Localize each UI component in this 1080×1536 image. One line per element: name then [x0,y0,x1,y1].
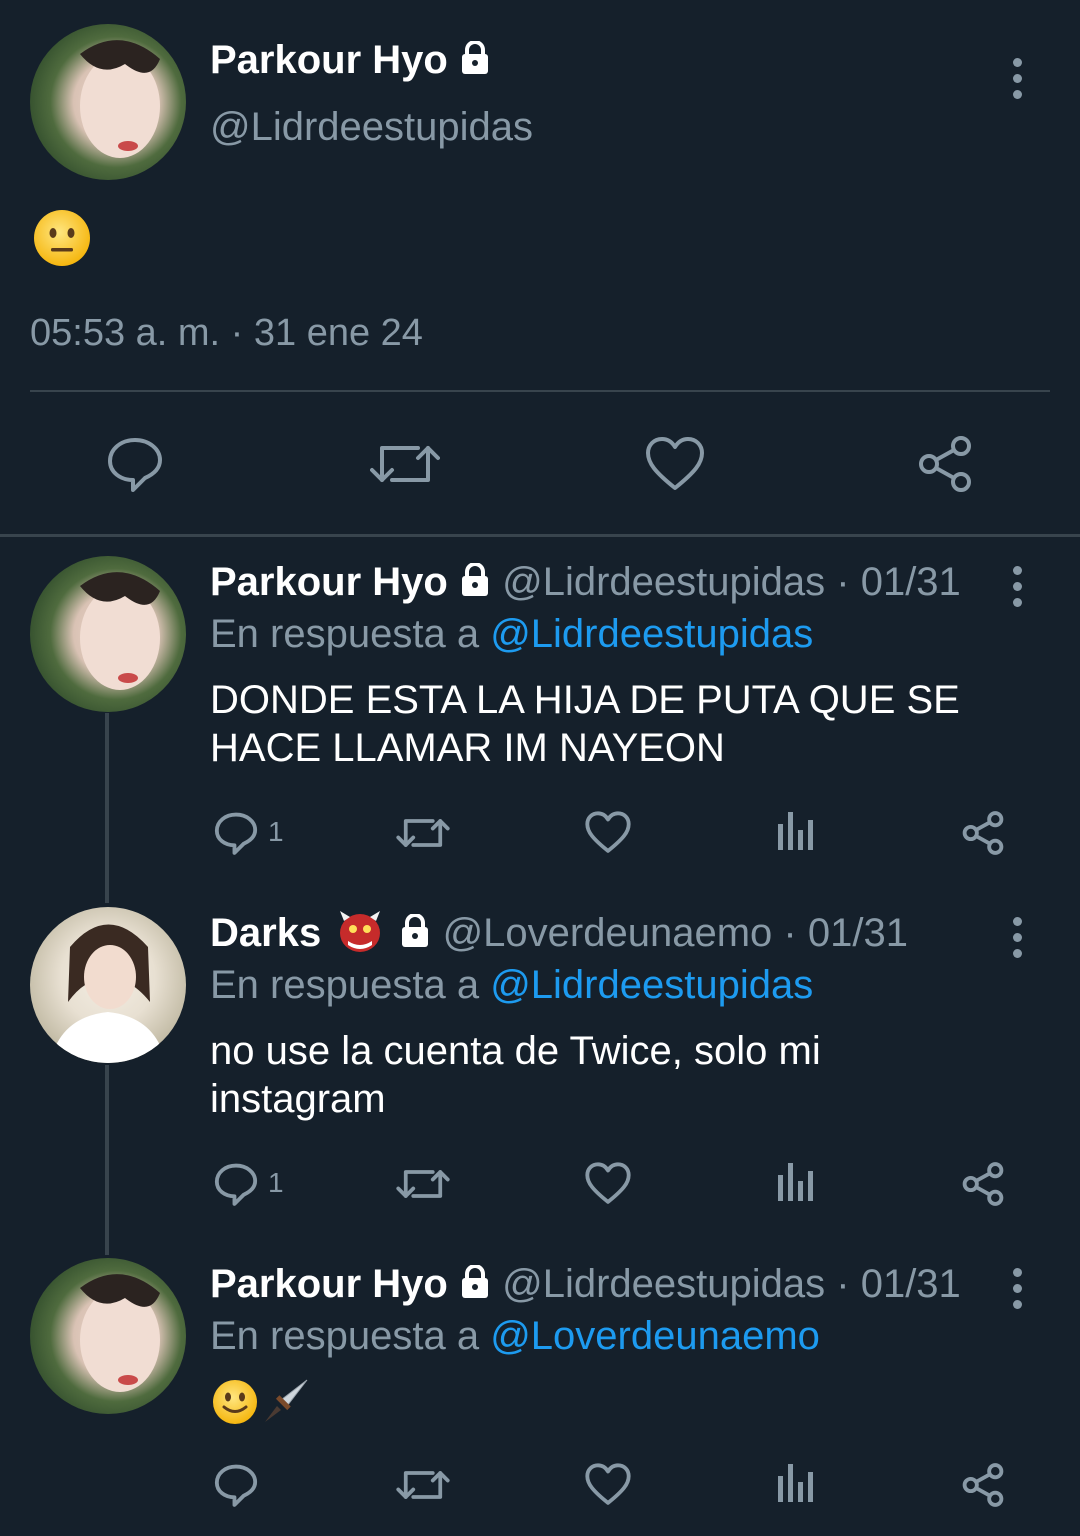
reply-prefix: En respuesta a [210,1314,480,1358]
display-name[interactable]: Parkour Hyo [210,560,448,604]
avatar[interactable] [30,907,186,1063]
reply-count: 1 [268,1167,284,1198]
slightly-smiling-face-emoji [213,1380,257,1424]
more-options-icon[interactable] [1007,1268,1027,1316]
display-name[interactable]: Parkour Hyo [210,38,491,83]
reply-header: Parkour Hyo @Lidrdeestupidas · 01/31 [210,1262,961,1307]
retweet-icon[interactable] [396,1163,450,1205]
thread-line [105,1065,109,1255]
tweet-text-line: HACE LLAMAR IM NAYEON [210,726,725,770]
like-icon[interactable] [585,1162,631,1205]
date: · 01/31 [836,1262,961,1306]
share-icon[interactable] [960,810,1006,856]
reply-context: En respuesta a @Lidrdeestupidas [210,612,813,657]
share-icon[interactable] [960,1161,1006,1207]
reply-header: Parkour Hyo @Lidrdeestupidas · 01/31 [210,560,961,605]
reply-header: Darks @Loverdeunaemo · 01/31 [210,911,908,956]
section-divider [0,534,1080,537]
reply-icon[interactable] [213,1462,259,1508]
reply-prefix: En respuesta a [210,963,480,1007]
reply-icon[interactable] [213,810,259,856]
handle[interactable]: @Lidrdeestupidas [502,1262,825,1306]
lock-icon [459,41,490,76]
timestamp: 05:53 a. m. · 31 ene 24 [30,312,423,354]
like-icon[interactable] [645,436,705,492]
lock-icon [459,1265,490,1300]
tweet-text-line: no use la cuenta de Twice, solo mi [210,1029,821,1073]
divider [30,390,1050,392]
retweet-icon[interactable] [370,436,440,492]
avatar[interactable] [30,556,186,712]
avatar[interactable] [30,1258,186,1414]
more-options-icon[interactable] [1007,566,1027,614]
display-name[interactable]: Darks [210,911,321,955]
reply-to-link[interactable]: @Loverdeunaemo [490,1314,820,1358]
ogre-emoji [340,911,381,953]
reply-context: En respuesta a @Loverdeunaemo [210,1314,820,1359]
more-options-icon[interactable] [1007,917,1027,965]
neutral-face-emoji [34,210,90,266]
retweet-icon[interactable] [396,812,450,854]
handle[interactable]: @Lidrdeestupidas [502,560,825,604]
share-icon[interactable] [915,434,975,494]
tweet-text-line: DONDE ESTA LA HIJA DE PUTA QUE SE [210,678,960,722]
retweet-icon[interactable] [396,1464,450,1506]
analytics-icon[interactable] [776,810,816,852]
reply-to-link[interactable]: @Lidrdeestupidas [490,612,813,656]
dagger-emoji [265,1379,308,1422]
tweet-text-line: instagram [210,1077,386,1121]
reply-context: En respuesta a @Lidrdeestupidas [210,963,813,1008]
analytics-icon[interactable] [776,1161,816,1203]
thread-line [105,713,109,903]
date: · 01/31 [836,560,961,604]
tweet-text: no use la cuenta de Twice, solo mi insta… [210,1027,821,1123]
handle[interactable]: @Loverdeunaemo [443,911,773,955]
display-name-text: Parkour Hyo [210,38,448,82]
share-icon[interactable] [960,1462,1006,1508]
reply-prefix: En respuesta a [210,612,480,656]
reply-icon[interactable] [105,434,165,494]
reply-to-link[interactable]: @Lidrdeestupidas [490,963,813,1007]
lock-icon [459,563,490,598]
reply-icon[interactable] [213,1161,259,1207]
analytics-icon[interactable] [776,1462,816,1504]
date: · 01/31 [783,911,908,955]
handle[interactable]: @Lidrdeestupidas [210,105,533,150]
reply-count: 1 [268,816,284,847]
more-options-icon[interactable] [1007,58,1027,106]
lock-icon [400,914,431,949]
like-icon[interactable] [585,811,631,854]
like-icon[interactable] [585,1463,631,1506]
tweet-text: DONDE ESTA LA HIJA DE PUTA QUE SE HACE L… [210,676,960,772]
avatar[interactable] [30,24,186,180]
display-name[interactable]: Parkour Hyo [210,1262,448,1306]
